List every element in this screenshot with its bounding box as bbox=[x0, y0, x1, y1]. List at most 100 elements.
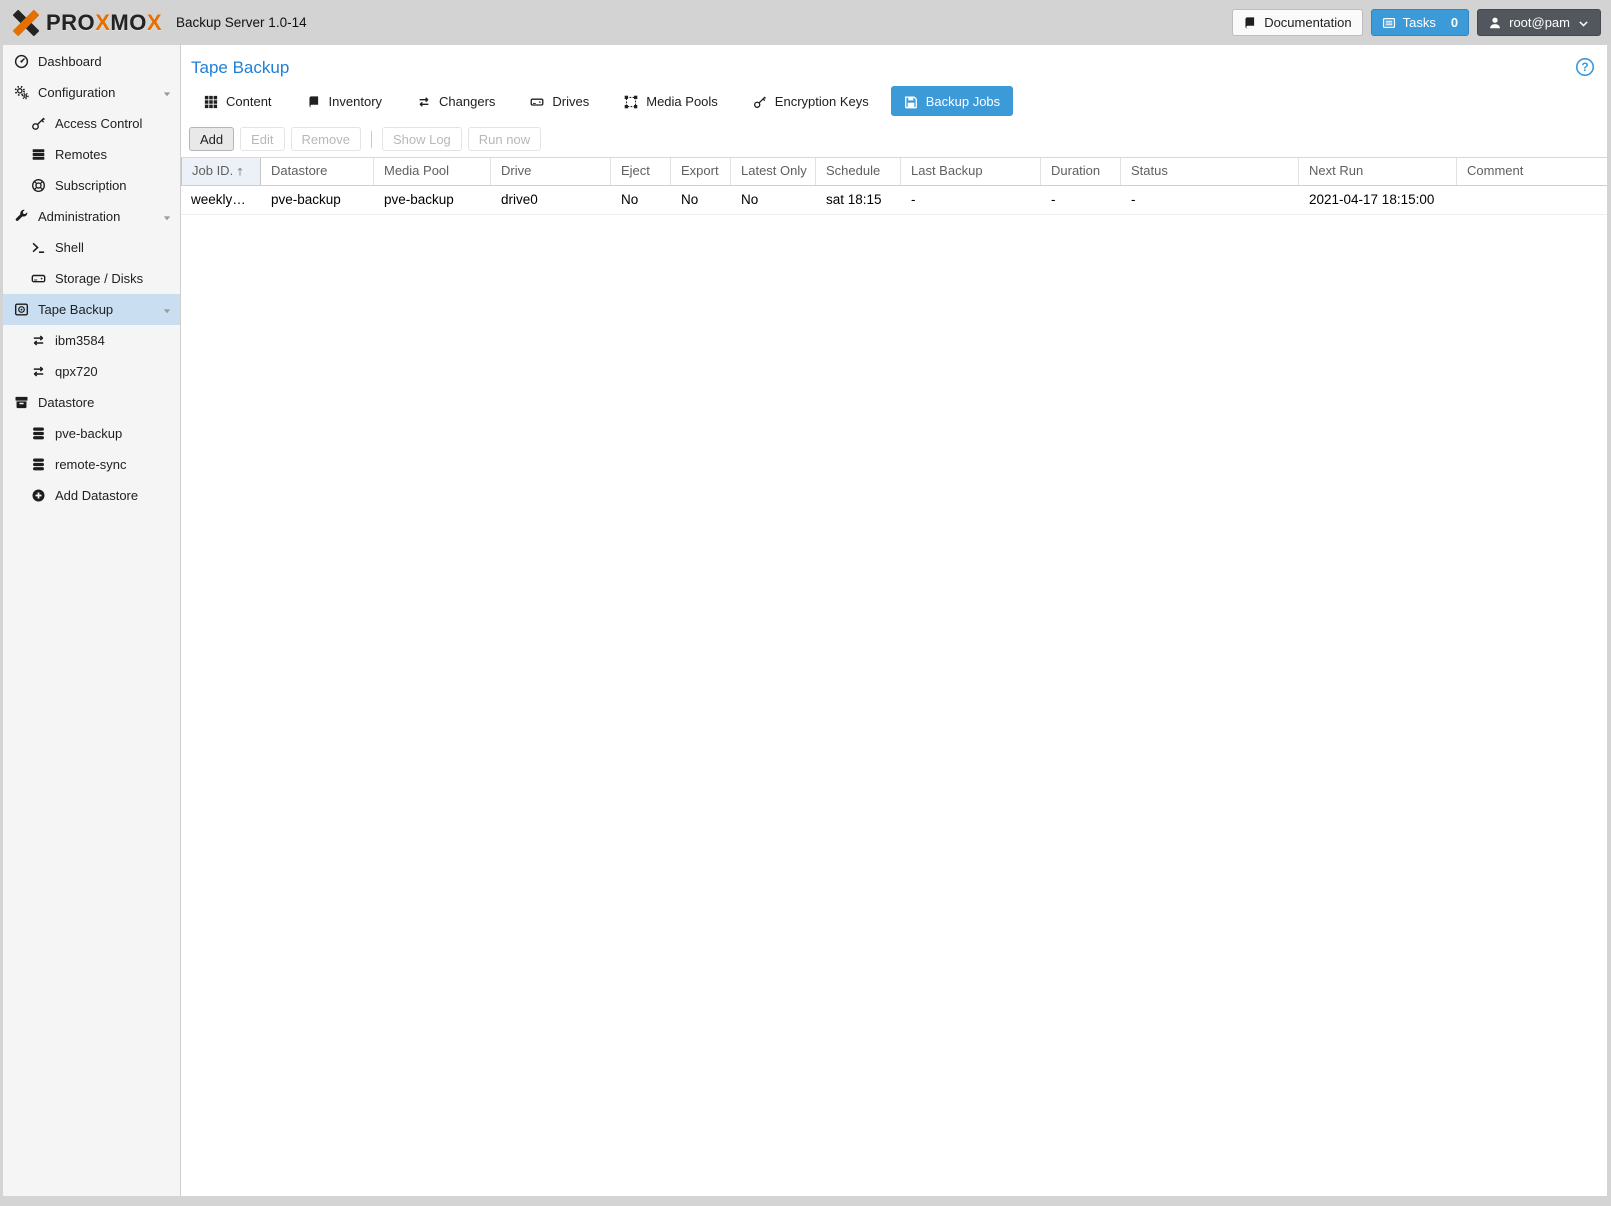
tab-content[interactable]: Content bbox=[191, 86, 285, 116]
sidebar-item-dashboard[interactable]: Dashboard bbox=[3, 46, 180, 77]
column-header-duration[interactable]: Duration bbox=[1041, 158, 1121, 185]
cell-comment bbox=[1457, 186, 1607, 214]
cell-job-id: weekly… bbox=[191, 192, 246, 207]
key-icon bbox=[30, 116, 47, 131]
life-ring-icon bbox=[30, 178, 47, 193]
exchange-icon bbox=[30, 333, 47, 348]
table-header-row: Job ID. Datastore Media Pool Drive Eject… bbox=[181, 158, 1607, 186]
task-list-icon bbox=[1382, 15, 1396, 31]
column-header-status[interactable]: Status bbox=[1121, 158, 1299, 185]
remotes-icon bbox=[30, 147, 47, 162]
gears-icon bbox=[13, 85, 30, 100]
run-now-button[interactable]: Run now bbox=[467, 127, 542, 151]
exchange-icon bbox=[417, 93, 431, 109]
user-icon bbox=[1488, 15, 1502, 31]
object-group-icon bbox=[624, 93, 638, 109]
tape-icon bbox=[13, 302, 30, 317]
tab-bar: Content Inventory Changers Drives Media … bbox=[181, 86, 1607, 122]
sidebar-item-datastore[interactable]: Datastore bbox=[3, 387, 180, 418]
proxmox-x-icon bbox=[12, 9, 40, 36]
page-title: Tape Backup bbox=[191, 58, 290, 77]
column-header-eject[interactable]: Eject bbox=[611, 158, 671, 185]
sidebar-item-access-control[interactable]: Access Control bbox=[3, 108, 180, 139]
archive-icon bbox=[13, 395, 30, 410]
cell-drive: drive0 bbox=[501, 192, 538, 207]
sidebar-item-add-datastore[interactable]: Add Datastore bbox=[3, 480, 180, 511]
chevron-down-icon bbox=[1577, 15, 1590, 30]
proxmox-logo-text: PROXMOX bbox=[46, 9, 163, 35]
plus-circle-icon bbox=[30, 488, 47, 503]
database-icon bbox=[30, 426, 47, 441]
cell-last-backup: - bbox=[911, 192, 916, 207]
column-header-job-id[interactable]: Job ID. bbox=[181, 158, 261, 185]
content-panel: Tape Backup Content Inventory Changers D… bbox=[181, 45, 1607, 1196]
cell-schedule: sat 18:15 bbox=[826, 192, 882, 207]
wrench-icon bbox=[13, 209, 30, 224]
tab-changers[interactable]: Changers bbox=[404, 86, 508, 116]
column-header-last-backup[interactable]: Last Backup bbox=[901, 158, 1041, 185]
cell-next-run: 2021-04-17 18:15:00 bbox=[1309, 192, 1435, 207]
sort-ascending-icon bbox=[234, 163, 246, 178]
sidebar-item-ibm3584[interactable]: ibm3584 bbox=[3, 325, 180, 356]
tab-backup-jobs[interactable]: Backup Jobs bbox=[890, 86, 1014, 116]
top-bar: PROXMOX Backup Server 1.0-14 Documentati… bbox=[0, 0, 1611, 45]
column-header-schedule[interactable]: Schedule bbox=[816, 158, 901, 185]
tab-encryption-keys[interactable]: Encryption Keys bbox=[740, 86, 882, 116]
sidebar-item-administration[interactable]: Administration bbox=[3, 201, 180, 232]
book-icon bbox=[307, 93, 321, 109]
remove-button[interactable]: Remove bbox=[290, 127, 361, 151]
tab-inventory[interactable]: Inventory bbox=[294, 86, 395, 116]
caret-down-icon[interactable] bbox=[161, 85, 173, 100]
book-icon bbox=[1243, 15, 1257, 31]
proxmox-logo[interactable]: PROXMOX bbox=[10, 7, 162, 39]
tab-media-pools[interactable]: Media Pools bbox=[611, 86, 731, 116]
database-icon bbox=[30, 457, 47, 472]
caret-down-icon[interactable] bbox=[161, 302, 173, 317]
sidebar-item-remote-sync[interactable]: remote-sync bbox=[3, 449, 180, 480]
save-icon bbox=[904, 93, 918, 109]
grid-toolbar: Add Edit Remove Show Log Run now bbox=[181, 122, 1607, 158]
tab-drives[interactable]: Drives bbox=[517, 86, 602, 116]
cell-status: - bbox=[1131, 192, 1136, 207]
edit-button[interactable]: Edit bbox=[240, 127, 285, 151]
show-log-button[interactable]: Show Log bbox=[381, 127, 462, 151]
cell-datastore: pve-backup bbox=[271, 192, 341, 207]
toolbar-separator bbox=[370, 130, 372, 148]
column-header-comment[interactable]: Comment bbox=[1457, 158, 1607, 185]
cell-export: No bbox=[681, 192, 699, 207]
sidebar-item-tape-backup[interactable]: Tape Backup bbox=[3, 294, 180, 325]
column-header-next-run[interactable]: Next Run bbox=[1299, 158, 1457, 185]
table-row[interactable]: weekly… pve-backup pve-backup drive0 No … bbox=[181, 186, 1607, 215]
add-button[interactable]: Add bbox=[189, 127, 235, 151]
sidebar: Dashboard Configuration Access Control R… bbox=[3, 45, 181, 1196]
documentation-button[interactable]: Documentation bbox=[1232, 9, 1363, 36]
sidebar-item-storage-disks[interactable]: Storage / Disks bbox=[3, 263, 180, 294]
dashboard-icon bbox=[13, 54, 30, 69]
column-header-datastore[interactable]: Datastore bbox=[261, 158, 374, 185]
sidebar-item-subscription[interactable]: Subscription bbox=[3, 170, 180, 201]
column-header-drive[interactable]: Drive bbox=[491, 158, 611, 185]
cell-eject: No bbox=[621, 192, 639, 207]
sidebar-item-pve-backup[interactable]: pve-backup bbox=[3, 418, 180, 449]
sidebar-item-qpx720[interactable]: qpx720 bbox=[3, 356, 180, 387]
sidebar-item-configuration[interactable]: Configuration bbox=[3, 77, 180, 108]
column-header-export[interactable]: Export bbox=[671, 158, 731, 185]
sidebar-item-shell[interactable]: Shell bbox=[3, 232, 180, 263]
tasks-button[interactable]: Tasks 0 bbox=[1370, 9, 1470, 36]
cell-latest-only: No bbox=[741, 192, 759, 207]
grid-icon bbox=[204, 93, 218, 109]
column-header-media-pool[interactable]: Media Pool bbox=[374, 158, 491, 185]
key-icon bbox=[753, 93, 767, 109]
backup-jobs-table: Job ID. Datastore Media Pool Drive Eject… bbox=[181, 158, 1607, 1196]
column-header-latest-only[interactable]: Latest Only bbox=[731, 158, 816, 185]
cell-media-pool: pve-backup bbox=[384, 192, 454, 207]
sidebar-item-remotes[interactable]: Remotes bbox=[3, 139, 180, 170]
caret-down-icon[interactable] bbox=[161, 209, 173, 224]
tasks-count-badge: 0 bbox=[1450, 15, 1459, 30]
user-menu-button[interactable]: root@pam bbox=[1477, 9, 1601, 36]
help-icon[interactable] bbox=[1575, 57, 1595, 77]
product-title: Backup Server 1.0-14 bbox=[176, 15, 307, 30]
hdd-icon bbox=[30, 271, 47, 286]
cell-duration: - bbox=[1051, 192, 1056, 207]
exchange-icon bbox=[30, 364, 47, 379]
